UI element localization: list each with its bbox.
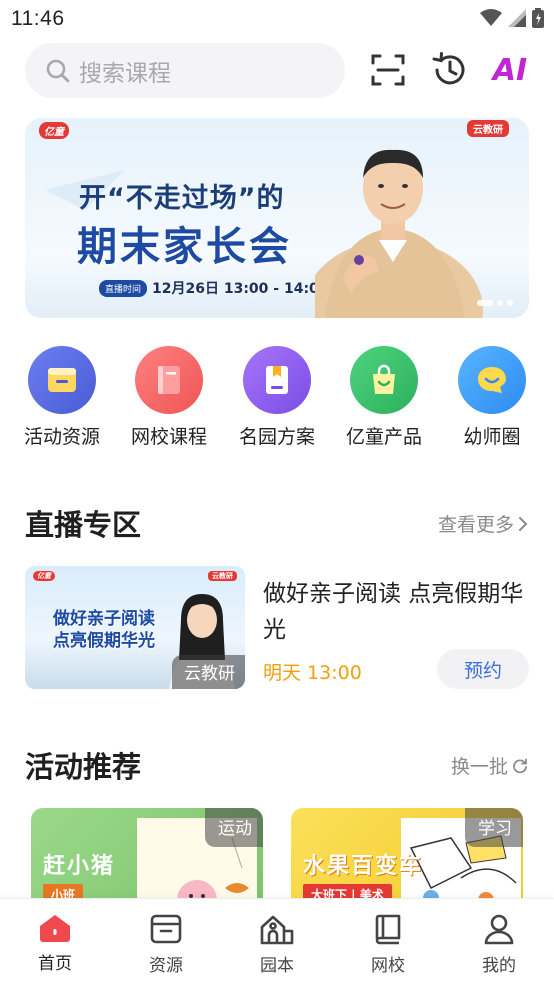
- activity-card-title: 水果百变车: [303, 854, 424, 879]
- activity-card-tag: 运动: [205, 808, 263, 847]
- quick-icon-circle: [135, 346, 203, 414]
- live-section-title: 直播专区: [25, 508, 142, 542]
- banner-headline-line2: 期末家长会: [77, 224, 292, 270]
- banner-live-time: 直播时间 12月26日 13:00 - 14:00: [99, 278, 329, 298]
- ai-label: AI: [492, 52, 528, 88]
- pagination-dot-active: [477, 300, 493, 306]
- bookmark-icon: [266, 366, 288, 394]
- activity-card-tag: 学习: [465, 808, 523, 847]
- brand-logo-yunjiaoyan: 云教研: [208, 571, 237, 581]
- pagination-dot: [507, 300, 513, 306]
- quick-icon-circle: [350, 346, 418, 414]
- shopping-bag-icon: [373, 364, 395, 394]
- quick-icon-circle: [243, 346, 311, 414]
- activity-section-title: 活动推荐: [25, 750, 142, 784]
- quick-menu-activity-resources[interactable]: 活动资源: [14, 346, 110, 449]
- refresh-batch-button[interactable]: 换一批: [451, 752, 528, 779]
- view-more-link[interactable]: 查看更多: [438, 510, 528, 537]
- view-more-label: 查看更多: [437, 514, 514, 536]
- quick-menu-label: 亿童产品: [345, 426, 422, 448]
- banner-headline-line1: 开“不走过场”的: [79, 183, 285, 214]
- history-button[interactable]: [428, 48, 472, 92]
- school-icon: [260, 915, 294, 945]
- cellular-signal-icon: [508, 9, 526, 27]
- reserve-button[interactable]: 预约: [437, 649, 529, 689]
- refresh-label: 换一批: [450, 756, 508, 778]
- thumbnail-headline-line2: 点亮假期华光: [53, 631, 155, 651]
- bottom-navigation: 首页 资源 园本 网校 我的: [0, 898, 554, 984]
- live-time-value: 12月26日 13:00 - 14:00: [152, 281, 329, 297]
- live-course-title[interactable]: 做好亲子阅读 点亮假期华光: [263, 576, 528, 648]
- nav-tab-kindergarten[interactable]: 园本: [222, 913, 332, 976]
- status-bar: 11:46: [0, 0, 554, 38]
- brand-logo: 亿童: [33, 571, 55, 581]
- quick-menu-label: 活动资源: [23, 426, 100, 448]
- chat-bubble-icon: [478, 367, 506, 393]
- quick-menu-label: 名园方案: [238, 426, 315, 448]
- brand-logo: 亿童: [39, 122, 69, 139]
- search-input[interactable]: 搜索课程: [25, 43, 345, 98]
- search-placeholder: 搜索课程: [79, 60, 171, 87]
- nav-tab-home[interactable]: 首页: [0, 913, 110, 974]
- home-icon: [40, 915, 70, 942]
- quick-menu-label: 幼师圈: [463, 426, 521, 448]
- banner-pagination: [477, 300, 513, 306]
- status-icons: [480, 8, 544, 28]
- thumbnail-source-badge: 云教研: [172, 655, 245, 689]
- search-icon: [46, 59, 70, 82]
- live-course-time: 明天 13:00: [263, 662, 362, 684]
- brand-logo-yunjiaoyan: 云教研: [467, 120, 509, 137]
- chevron-right-icon: [519, 516, 528, 531]
- scan-button[interactable]: [366, 48, 410, 92]
- book-icon: [375, 914, 401, 945]
- battery-icon: [532, 8, 544, 28]
- promo-banner[interactable]: 亿童 云教研 开“不走过场”的 期末家长会 直播时间 12月26日 13:00 …: [25, 118, 529, 318]
- status-time: 11:46: [11, 7, 65, 30]
- quick-icon-circle: [458, 346, 526, 414]
- activity-card-title: 赶小猪: [43, 854, 116, 879]
- nav-label: 资源: [149, 956, 183, 976]
- nav-label: 园本: [260, 956, 294, 976]
- live-time-tag: 直播时间: [99, 279, 148, 297]
- refresh-icon: [513, 758, 527, 773]
- book-icon: [158, 366, 180, 394]
- nav-tab-online-school[interactable]: 网校: [333, 913, 443, 976]
- quick-menu-teacher-circle[interactable]: 幼师圈: [444, 346, 540, 449]
- nav-tab-resources[interactable]: 资源: [111, 913, 221, 976]
- quick-menu-online-courses[interactable]: 网校课程: [121, 346, 217, 449]
- wifi-icon: [480, 9, 502, 26]
- quick-menu-kindergarten-plans[interactable]: 名园方案: [229, 346, 325, 449]
- box-icon: [150, 914, 182, 944]
- history-clock-icon: [432, 52, 465, 85]
- pagination-dot: [497, 300, 503, 306]
- scan-icon: [371, 54, 405, 86]
- presenter-photo: [315, 149, 483, 318]
- ai-assistant-button[interactable]: AI: [488, 48, 532, 92]
- user-icon: [484, 914, 514, 945]
- nav-label: 首页: [38, 954, 72, 974]
- folder-icon: [48, 368, 76, 392]
- nav-label: 网校: [371, 956, 405, 976]
- nav-tab-profile[interactable]: 我的: [444, 913, 554, 976]
- live-course-thumbnail[interactable]: 亿童 云教研 做好亲子阅读 点亮假期华光 云教研: [25, 566, 245, 689]
- nav-label: 我的: [482, 956, 516, 976]
- quick-menu-yitong-products[interactable]: 亿童产品: [336, 346, 432, 449]
- quick-icon-circle: [28, 346, 96, 414]
- quick-menu-label: 网校课程: [130, 426, 207, 448]
